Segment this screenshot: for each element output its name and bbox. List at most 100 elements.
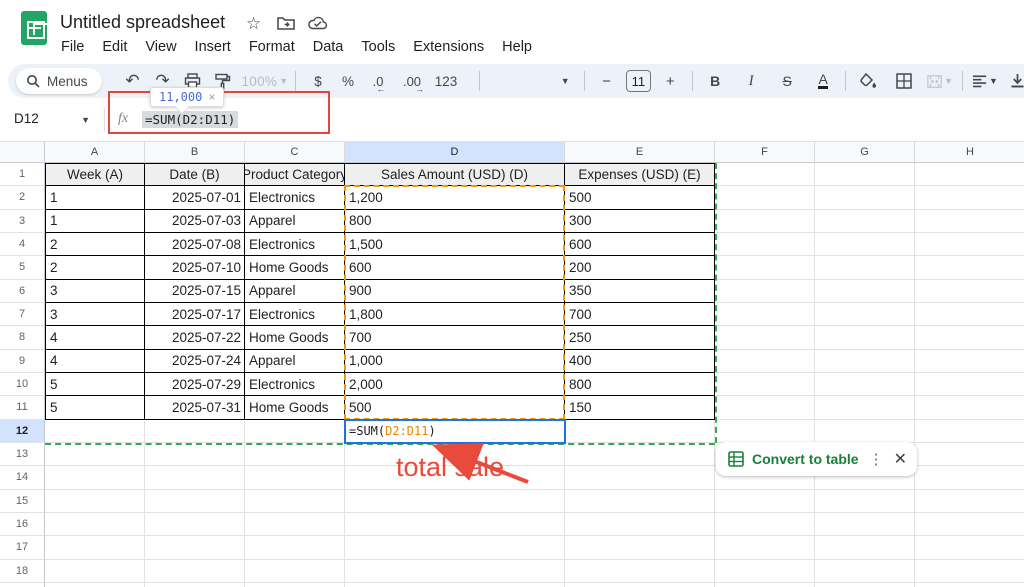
sheets-logo-icon[interactable] [21,11,47,45]
cell-F10[interactable] [715,373,815,396]
cell-E16[interactable] [565,513,715,536]
name-box[interactable]: D12 ▼ [14,111,90,126]
row-header-2[interactable]: 2 [0,186,45,209]
increase-font-size-button[interactable]: + [657,68,683,94]
cell-H19[interactable] [915,583,1024,587]
cell-B2[interactable]: 2025-07-01 [145,186,245,209]
cell-E13[interactable] [565,443,715,466]
cell-C11[interactable]: Home Goods [245,396,345,419]
select-all-corner[interactable] [0,142,45,163]
row-header-9[interactable]: 9 [0,350,45,373]
cell-H2[interactable] [915,186,1024,209]
cell-H15[interactable] [915,490,1024,513]
cell-A19[interactable] [45,583,145,587]
cell-B10[interactable]: 2025-07-29 [145,373,245,396]
cell-D1[interactable]: Sales Amount (USD) (D) [345,163,565,186]
column-header-E[interactable]: E [565,142,715,163]
cell-C14[interactable] [245,466,345,489]
cell-F2[interactable] [715,186,815,209]
cell-E15[interactable] [565,490,715,513]
row-header-15[interactable]: 15 [0,490,45,513]
menu-edit[interactable]: Edit [93,36,136,58]
column-header-A[interactable]: A [45,142,145,163]
cell-A16[interactable] [45,513,145,536]
cell-B13[interactable] [145,443,245,466]
cell-D16[interactable] [345,513,565,536]
cell-B8[interactable]: 2025-07-22 [145,326,245,349]
cell-B11[interactable]: 2025-07-31 [145,396,245,419]
row-header-1[interactable]: 1 [0,163,45,186]
cell-A18[interactable] [45,560,145,583]
cell-B4[interactable]: 2025-07-08 [145,233,245,256]
row-header-13[interactable]: 13 [0,443,45,466]
cell-A13[interactable] [45,443,145,466]
text-color-button[interactable]: A [810,68,836,94]
cell-A10[interactable]: 5 [45,373,145,396]
cell-E18[interactable] [565,560,715,583]
cell-E7[interactable]: 700 [565,303,715,326]
cell-E8[interactable]: 250 [565,326,715,349]
cell-D5[interactable]: 600 [345,256,565,279]
cell-C7[interactable]: Electronics [245,303,345,326]
cell-A15[interactable] [45,490,145,513]
cell-H17[interactable] [915,536,1024,559]
cell-F7[interactable] [715,303,815,326]
cell-B7[interactable]: 2025-07-17 [145,303,245,326]
increase-decimal-button[interactable]: .00→ [399,68,425,94]
cell-C6[interactable]: Apparel [245,280,345,303]
column-header-D[interactable]: D [345,142,565,163]
cell-F16[interactable] [715,513,815,536]
row-header-3[interactable]: 3 [0,210,45,233]
row-header-11[interactable]: 11 [0,396,45,419]
column-header-G[interactable]: G [815,142,915,163]
cell-D4[interactable]: 1,500 [345,233,565,256]
cell-G19[interactable] [815,583,915,587]
cell-D17[interactable] [345,536,565,559]
cell-G4[interactable] [815,233,915,256]
cell-C13[interactable] [245,443,345,466]
currency-format-button[interactable]: $ [305,68,331,94]
row-header-17[interactable]: 17 [0,536,45,559]
cell-B9[interactable]: 2025-07-24 [145,350,245,373]
bold-button[interactable]: B [702,68,728,94]
row-header-4[interactable]: 4 [0,233,45,256]
cell-G11[interactable] [815,396,915,419]
cell-E5[interactable]: 200 [565,256,715,279]
cell-E11[interactable]: 150 [565,396,715,419]
menus-search-button[interactable]: Menus [16,68,102,94]
cell-D8[interactable]: 700 [345,326,565,349]
menu-insert[interactable]: Insert [186,36,240,58]
row-header-12[interactable]: 12 [0,420,45,443]
cell-A8[interactable]: 4 [45,326,145,349]
cell-F6[interactable] [715,280,815,303]
cell-G2[interactable] [815,186,915,209]
vertical-align-button[interactable]: ▼ [1010,68,1024,94]
row-header-8[interactable]: 8 [0,326,45,349]
cell-A1[interactable]: Week (A) [45,163,145,186]
borders-button[interactable] [891,68,917,94]
cell-G12[interactable] [815,420,915,443]
row-header-5[interactable]: 5 [0,256,45,279]
cell-E3[interactable]: 300 [565,210,715,233]
cell-C4[interactable]: Electronics [245,233,345,256]
close-icon[interactable]: ✕ [894,449,907,469]
cell-D10[interactable]: 2,000 [345,373,565,396]
cell-E17[interactable] [565,536,715,559]
cell-H13[interactable] [915,443,1024,466]
cell-F9[interactable] [715,350,815,373]
cell-D11[interactable]: 500 [345,396,565,419]
cell-C5[interactable]: Home Goods [245,256,345,279]
cell-D7[interactable]: 1,800 [345,303,565,326]
cell-E6[interactable]: 350 [565,280,715,303]
cell-F4[interactable] [715,233,815,256]
cell-A12[interactable] [45,420,145,443]
row-header-14[interactable]: 14 [0,466,45,489]
cell-H1[interactable] [915,163,1024,186]
cell-D3[interactable]: 800 [345,210,565,233]
cell-E1[interactable]: Expenses (USD) (E) [565,163,715,186]
cell-C1[interactable]: Product Category [245,163,345,186]
horizontal-align-button[interactable]: ▼ [972,68,998,94]
cell-F11[interactable] [715,396,815,419]
cell-D9[interactable]: 1,000 [345,350,565,373]
cell-B6[interactable]: 2025-07-15 [145,280,245,303]
